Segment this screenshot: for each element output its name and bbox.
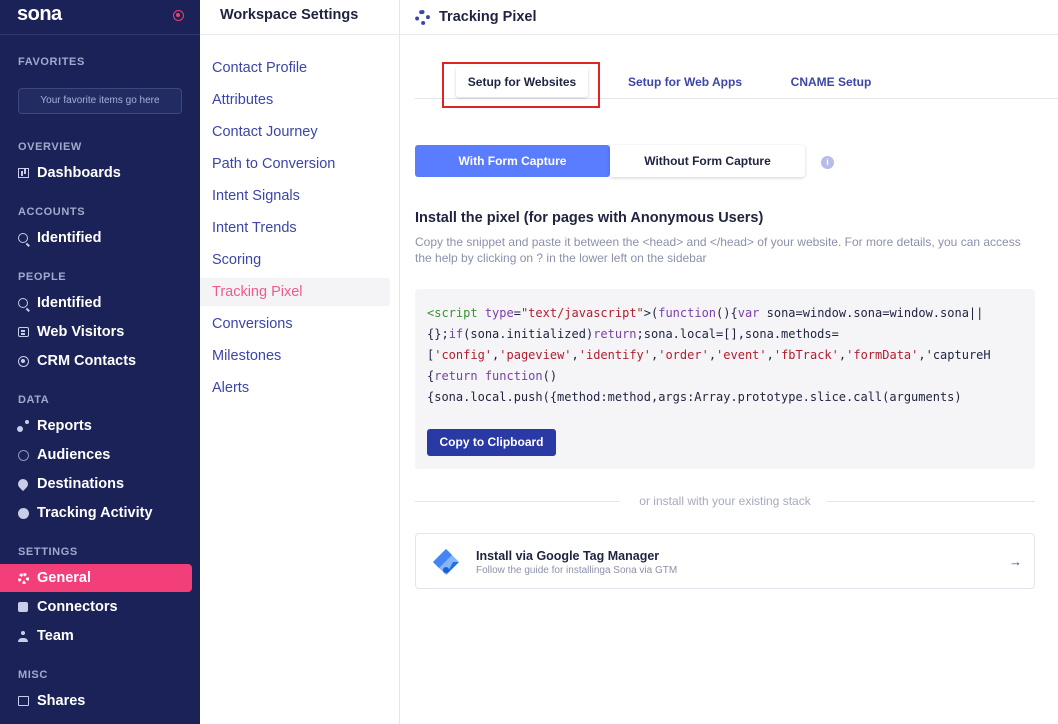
search-icon: [17, 232, 29, 244]
sidebar-item-label: Team: [37, 628, 74, 644]
submenu-title: Workspace Settings: [220, 7, 359, 23]
copy-to-clipboard-button[interactable]: Copy to Clipboard: [427, 429, 556, 456]
section-settings: SETTINGS: [18, 546, 78, 558]
submenu-item-alerts[interactable]: Alerts: [200, 374, 390, 402]
code-snippet-card: <script type="text/javascript">(function…: [415, 289, 1035, 469]
pin-icon: [15, 476, 31, 492]
highlight-box: [442, 62, 600, 108]
code-line: <script type="text/javascript">(function…: [427, 306, 984, 320]
code-snippet[interactable]: <script type="text/javascript">(function…: [427, 303, 1022, 407]
install-pixel-title: Install the pixel (for pages with Anonym…: [415, 210, 764, 226]
tab-cname-setup[interactable]: CNAME Setup: [775, 67, 887, 97]
code-line: {};if(sona.initialized)return;sona.local…: [427, 327, 839, 341]
sidebar-item-label: Identified: [37, 230, 102, 246]
code-line: {sona.local.push({method:method,args:Arr…: [427, 390, 962, 404]
sidebar-item-label: CRM Contacts: [37, 353, 137, 369]
sidebar-item-audiences[interactable]: Audiences: [0, 441, 192, 469]
page-header: Tracking Pixel: [400, 0, 1058, 35]
brand-logo[interactable]: sona: [17, 3, 62, 26]
with-form-capture-button[interactable]: With Form Capture: [415, 145, 610, 177]
gtm-logo-icon: [433, 549, 459, 575]
submenu-item-intent-trends[interactable]: Intent Trends: [200, 214, 390, 242]
section-favorites: FAVORITES: [18, 56, 85, 68]
sidebar-item-label: Dashboards: [37, 165, 121, 181]
bar-chart-icon: [17, 167, 29, 179]
submenu-item-scoring[interactable]: Scoring: [200, 246, 390, 274]
sidebar-item-team[interactable]: Team: [0, 622, 192, 650]
puzzle-icon: [17, 601, 29, 613]
compass-icon: [17, 507, 29, 519]
sidebar-item-crm-contacts[interactable]: CRM Contacts: [0, 347, 192, 375]
gear-icon: [415, 10, 430, 25]
sidebar-item-accounts-identified[interactable]: Identified: [0, 224, 192, 252]
gtm-subtitle: Follow the guide for installinga Sona vi…: [476, 565, 678, 576]
arrow-right-icon[interactable]: →: [1009, 554, 1022, 569]
share-icon: [17, 695, 29, 707]
sidebar-item-tracking-activity[interactable]: Tracking Activity: [0, 499, 192, 527]
section-accounts: ACCOUNTS: [18, 206, 86, 218]
page-title: Tracking Pixel: [439, 9, 537, 25]
submenu-item-attributes[interactable]: Attributes: [200, 86, 390, 114]
section-misc: MISC: [18, 669, 48, 681]
sidebar-item-dashboards[interactable]: Dashboards: [0, 159, 192, 187]
submenu-item-conversions[interactable]: Conversions: [200, 310, 390, 338]
section-data: DATA: [18, 394, 50, 406]
notification-icon[interactable]: [173, 10, 184, 21]
or-divider: or install with your existing stack: [415, 492, 1035, 510]
settings-submenu: Workspace Settings Contact Profile Attri…: [200, 0, 400, 724]
sidebar-item-general[interactable]: General: [0, 564, 192, 592]
sidebar-item-label: Audiences: [37, 447, 111, 463]
globe-icon: [17, 355, 29, 367]
submenu-divider: [200, 34, 399, 35]
submenu-item-contact-profile[interactable]: Contact Profile: [200, 54, 390, 82]
sidebar-item-reports[interactable]: Reports: [0, 412, 192, 440]
submenu-item-tracking-pixel[interactable]: Tracking Pixel: [200, 278, 390, 306]
sidebar-item-label: Identified: [37, 295, 102, 311]
install-pixel-description: Copy the snippet and paste it between th…: [415, 235, 1021, 265]
sidebar-item-label: Connectors: [37, 599, 118, 615]
sidebar-item-label: Destinations: [37, 476, 125, 492]
submenu-item-milestones[interactable]: Milestones: [200, 342, 390, 370]
sidebar-item-label: General: [37, 570, 91, 586]
sidebar-item-shares[interactable]: Shares: [0, 687, 192, 715]
without-form-capture-button[interactable]: Without Form Capture: [610, 145, 805, 177]
sidebar-item-label: Shares: [37, 693, 86, 709]
dots-icon: [17, 420, 29, 432]
search-icon: [17, 297, 29, 309]
section-overview: OVERVIEW: [18, 141, 82, 153]
gtm-title: Install via Google Tag Manager: [476, 549, 660, 563]
submenu-item-intent-signals[interactable]: Intent Signals: [200, 182, 390, 210]
or-divider-text: or install with your existing stack: [629, 494, 821, 508]
document-icon: [17, 326, 29, 338]
tab-setup-for-web-apps[interactable]: Setup for Web Apps: [610, 67, 760, 97]
submenu-item-path-to-conversion[interactable]: Path to Conversion: [200, 150, 390, 178]
sidebar-item-connectors[interactable]: Connectors: [0, 593, 192, 621]
sidebar-divider: [0, 34, 200, 35]
code-line: {return function(): [427, 369, 558, 383]
sidebar-item-destinations[interactable]: Destinations: [0, 470, 192, 498]
favorites-placeholder: Your favorite items go here: [18, 88, 182, 114]
main-sidebar: sona FAVORITES Your favorite items go he…: [0, 0, 200, 724]
face-icon: [17, 449, 29, 461]
gear-icon: [17, 572, 29, 584]
sidebar-item-label: Tracking Activity: [37, 505, 153, 521]
gtm-install-card[interactable]: Install via Google Tag Manager Follow th…: [415, 533, 1035, 589]
sidebar-item-label: Web Visitors: [37, 324, 125, 340]
person-icon: [17, 630, 29, 642]
sidebar-item-web-visitors[interactable]: Web Visitors: [0, 318, 192, 346]
section-people: PEOPLE: [18, 271, 67, 283]
code-line: ['config','pageview','identify','order',…: [427, 348, 991, 362]
main-content: Tracking Pixel Setup for Websites Setup …: [400, 0, 1058, 724]
sidebar-item-people-identified[interactable]: Identified: [0, 289, 192, 317]
submenu-item-contact-journey[interactable]: Contact Journey: [200, 118, 390, 146]
sidebar-item-label: Reports: [37, 418, 92, 434]
info-icon[interactable]: i: [821, 156, 834, 169]
